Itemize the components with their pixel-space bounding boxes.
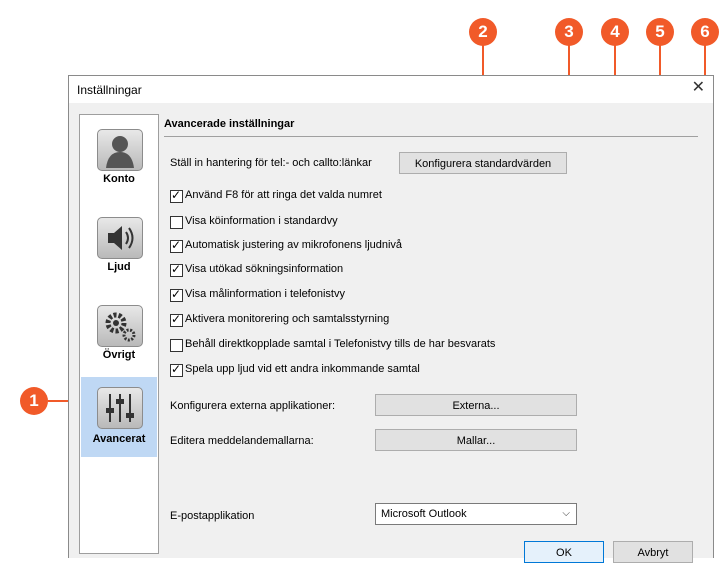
sidebar-item-ovrigt[interactable]: Övrigt (81, 299, 157, 371)
settings-window: Inställningar ✕ Konto Ljud Övrigt Avance… (68, 75, 714, 563)
gears-icon (97, 305, 143, 347)
checkbox[interactable] (170, 312, 183, 327)
option-keep-direct-calls[interactable]: Behåll direktkopplade samtal i Telefonis… (170, 337, 550, 353)
option-extended-search[interactable]: Visa utökad sökningsinformation (170, 262, 550, 278)
callout-3: 3 (555, 18, 583, 46)
option-label: Automatisk justering av mikrofonens ljud… (185, 239, 403, 251)
templates-label: Editera meddelandemallarna: (170, 435, 314, 447)
configure-defaults-button[interactable]: Konfigurera standardvärden (399, 152, 567, 174)
close-icon[interactable]: ✕ (692, 79, 705, 97)
option-f8-dial[interactable]: Använd F8 för att ringa det valda numret (170, 188, 550, 204)
email-app-value: Microsoft Outlook (381, 508, 467, 520)
option-label: Använd F8 för att ringa det valda numret (185, 189, 382, 201)
checkbox[interactable] (170, 262, 183, 277)
cancel-button[interactable]: Avbryt (613, 541, 693, 563)
checkbox[interactable] (170, 238, 183, 253)
settings-sidebar: Konto Ljud Övrigt Avancerat (79, 114, 159, 554)
option-monitoring[interactable]: Aktivera monitorering och samtalsstyrnin… (170, 312, 550, 328)
checkbox[interactable] (170, 188, 183, 203)
sidebar-item-label: Avancerat (92, 433, 146, 445)
callout-6: 6 (691, 18, 719, 46)
callout-2: 2 (469, 18, 497, 46)
external-apps-label: Konfigurera externa applikationer: (170, 400, 336, 412)
person-icon (97, 129, 143, 171)
checkbox[interactable] (170, 362, 183, 377)
title-bar: Inställningar ✕ (69, 76, 713, 103)
sidebar-item-avancerat[interactable]: Avancerat (81, 377, 157, 457)
option-target-info[interactable]: Visa målinformation i telefonistvy (170, 287, 550, 303)
external-button[interactable]: Externa... (375, 394, 577, 416)
option-label: Behåll direktkopplade samtal i Telefonis… (185, 338, 496, 350)
email-app-select[interactable]: Microsoft Outlook ⌵ (375, 503, 577, 525)
sliders-icon (97, 387, 143, 429)
ok-button[interactable]: OK (524, 541, 604, 563)
window-title: Inställningar (77, 83, 142, 97)
templates-button[interactable]: Mallar... (375, 429, 577, 451)
option-label: Aktivera monitorering och samtalsstyrnin… (185, 313, 390, 325)
option-queue-info[interactable]: Visa köinformation i standardvy (170, 214, 550, 230)
option-label: Visa köinformation i standardvy (185, 215, 338, 227)
option-label: Visa målinformation i telefonistvy (185, 288, 345, 300)
sidebar-item-ljud[interactable]: Ljud (81, 211, 157, 283)
option-second-call-sound[interactable]: Spela upp ljud vid ett andra inkommande … (170, 362, 550, 378)
tel-link-label: Ställ in hantering för tel:- och callto:… (170, 157, 372, 169)
sidebar-item-label: Ljud (107, 261, 131, 273)
sidebar-item-label: Konto (103, 173, 135, 185)
email-app-label: E-postapplikation (170, 510, 255, 522)
callout-1: 1 (20, 387, 48, 415)
sidebar-item-konto[interactable]: Konto (81, 123, 157, 195)
chevron-down-icon: ⌵ (562, 508, 570, 519)
speaker-icon (97, 217, 143, 259)
checkbox[interactable] (170, 287, 183, 302)
checkbox[interactable] (170, 216, 183, 229)
divider (164, 136, 698, 137)
checkbox[interactable] (170, 339, 183, 352)
sidebar-item-label: Övrigt (102, 349, 136, 361)
callout-5: 5 (646, 18, 674, 46)
section-title: Avancerade inställningar (164, 118, 295, 130)
option-label: Visa utökad sökningsinformation (185, 263, 344, 275)
option-label: Spela upp ljud vid ett andra inkommande … (185, 363, 420, 375)
callout-4: 4 (601, 18, 629, 46)
option-mic-level[interactable]: Automatisk justering av mikrofonens ljud… (170, 238, 550, 254)
